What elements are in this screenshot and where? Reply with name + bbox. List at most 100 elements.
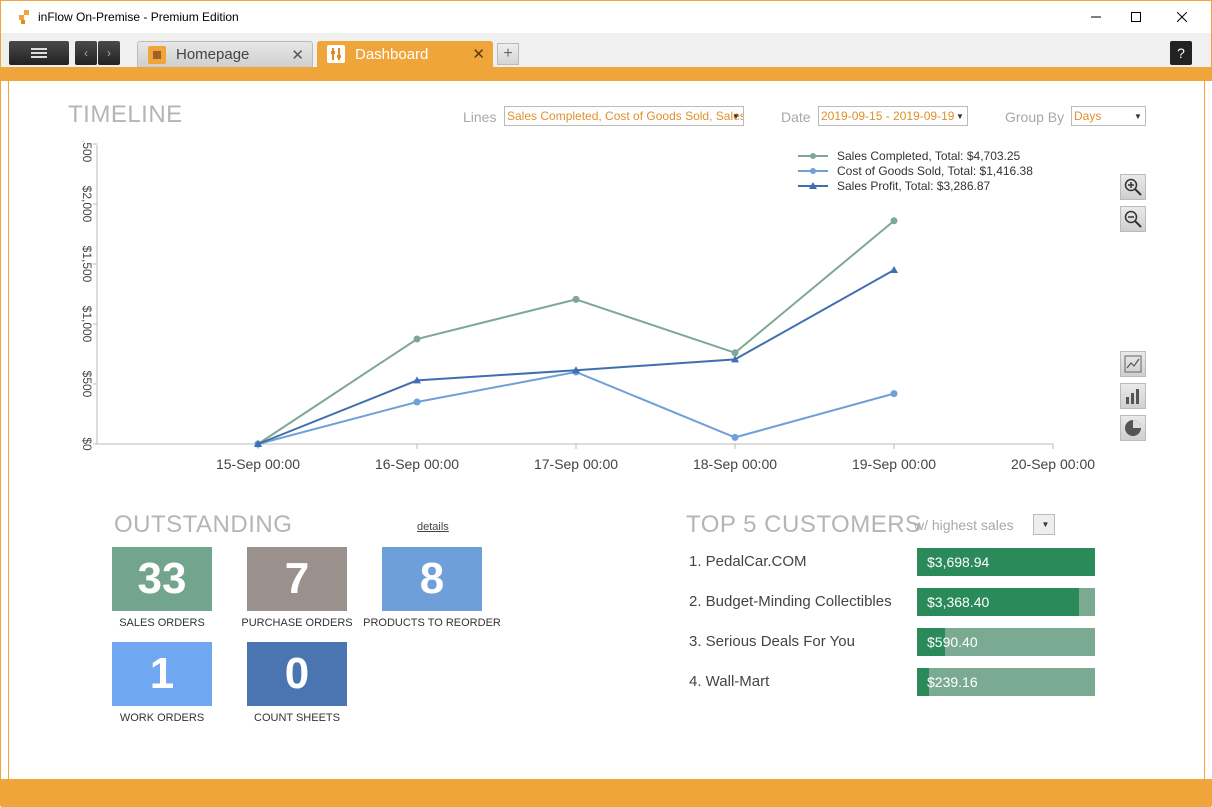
title-bar: inFlow On-Premise - Premium Edition <box>1 1 1211 33</box>
customer-name[interactable]: 1. PedalCar.COM <box>689 553 807 570</box>
dashboard-sliders-icon <box>327 45 345 63</box>
maximize-button[interactable] <box>1113 1 1159 33</box>
date-label: Date <box>781 109 811 125</box>
customer-sales-value: $239.16 <box>927 674 978 690</box>
x-tick-label: 16-Sep 00:00 <box>375 456 459 472</box>
legend-marker <box>810 168 816 174</box>
customer-name[interactable]: 2. Budget-Minding Collectibles <box>689 593 892 610</box>
y-tick-label: $1,000 <box>80 306 94 343</box>
purchase-orders-tile[interactable]: 7 <box>247 547 347 611</box>
pie-chart-icon <box>1125 420 1141 436</box>
lines-dropdown-value: Sales Completed, Cost of Goods Sold, Sal… <box>507 109 744 123</box>
work-orders-tile[interactable]: 1 <box>112 642 212 706</box>
purchase-orders-label: PURCHASE ORDERS <box>241 617 353 629</box>
y-tick-label: $2,500 <box>80 141 94 163</box>
data-point <box>890 390 898 398</box>
data-point <box>890 217 898 225</box>
customer-sales-value: $3,698.94 <box>927 554 990 570</box>
line-chart-button[interactable] <box>1120 351 1146 377</box>
zoom-out-icon <box>1124 210 1142 228</box>
inflow-logo-icon <box>19 10 29 24</box>
maximize-icon <box>1131 12 1141 22</box>
outstanding-title: OUTSTANDING <box>114 511 293 538</box>
legend-label: Cost of Goods Sold, Total: $1,416.38 <box>837 164 1033 178</box>
top-accent-band <box>1 67 1211 81</box>
forward-button[interactable]: › <box>98 41 120 65</box>
lines-dropdown[interactable]: Sales Completed, Cost of Goods Sold, Sal… <box>504 106 744 126</box>
date-dropdown[interactable]: 2019-09-15 - 2019-09-19 ▼ <box>818 106 968 126</box>
timeline-chart: $0 $500 $1,000 $1,500 $2,000 $2,500 15-Sep 00:… <box>80 141 1095 472</box>
y-tick-label: $2,000 <box>80 186 94 223</box>
data-point <box>731 433 739 441</box>
close-button[interactable] <box>1159 1 1205 33</box>
main-menu-button[interactable] <box>9 41 69 65</box>
help-button[interactable]: ? <box>1170 41 1192 65</box>
groupby-dropdown[interactable]: Days ▼ <box>1071 106 1146 126</box>
sales-orders-tile[interactable]: 33 <box>112 547 212 611</box>
right-border <box>1204 81 1212 779</box>
data-point <box>413 335 421 343</box>
tab-homepage[interactable]: Homepage ✕ <box>137 41 313 67</box>
add-tab-button[interactable]: + <box>497 43 519 65</box>
dropdown-arrow-icon: ▼ <box>732 111 740 121</box>
data-point <box>413 398 421 406</box>
zoom-out-button[interactable] <box>1120 206 1146 232</box>
bottom-accent-band <box>1 779 1211 807</box>
sales-orders-label: SALES ORDERS <box>119 617 205 629</box>
lines-label: Lines <box>463 109 497 125</box>
x-tick-label: 20-Sep 00:00 <box>1011 456 1095 472</box>
minimize-icon <box>1091 16 1101 18</box>
zoom-in-icon <box>1124 178 1142 196</box>
close-tab-icon[interactable]: ✕ <box>291 46 304 64</box>
series-line <box>257 220 895 445</box>
dropdown-arrow-icon: ▼ <box>1134 111 1142 121</box>
close-tab-icon[interactable]: ✕ <box>472 45 485 63</box>
tab-dashboard[interactable]: Dashboard ✕ <box>317 41 493 67</box>
products-to-reorder-tile[interactable]: 8 <box>382 547 482 611</box>
top-customers-title: TOP 5 CUSTOMERS <box>686 511 922 538</box>
series-line <box>257 370 895 445</box>
back-button[interactable]: ‹ <box>75 41 97 65</box>
pie-chart-button[interactable] <box>1120 415 1146 441</box>
x-tick-label: 18-Sep 00:00 <box>693 456 777 472</box>
bar-chart-button[interactable] <box>1120 383 1146 409</box>
work-orders-label: WORK ORDERS <box>119 712 205 724</box>
bar-chart-icon <box>1126 389 1139 404</box>
chevron-left-icon: ‹ <box>84 46 88 60</box>
customer-sales-value: $590.40 <box>927 634 978 650</box>
count-sheets-label: COUNT SHEETS <box>254 712 340 724</box>
customer-name[interactable]: 4. Wall-Mart <box>689 673 769 690</box>
customer-sales-bar: $239.16 <box>917 668 1095 696</box>
app-window: inFlow On-Premise - Premium Edition ‹ › … <box>0 0 1212 807</box>
dropdown-arrow-icon: ▼ <box>956 111 964 121</box>
y-tick-label: $0 <box>80 437 94 451</box>
data-point <box>890 266 898 273</box>
products-to-reorder-label: PRODUCTS TO REORDER <box>363 617 501 629</box>
line-chart-icon <box>1124 355 1142 373</box>
date-dropdown-value: 2019-09-15 - 2019-09-19 <box>821 109 955 123</box>
x-tick-label: 15-Sep 00:00 <box>216 456 300 472</box>
home-icon <box>148 45 166 64</box>
window-title: inFlow On-Premise - Premium Edition <box>38 10 239 24</box>
tab-dashboard-label: Dashboard <box>355 45 429 63</box>
details-link[interactable]: details <box>417 521 449 533</box>
close-icon <box>1177 12 1187 22</box>
zoom-in-button[interactable] <box>1120 174 1146 200</box>
customer-sales-bar: $590.40 <box>917 628 1095 656</box>
customer-name[interactable]: 3. Serious Deals For You <box>689 633 855 650</box>
x-tick-label: 17-Sep 00:00 <box>534 456 618 472</box>
top-customers-filter-label: w/ highest sales <box>914 517 1014 533</box>
tab-bar: ‹ › Homepage ✕ Dashboard ✕ + ? <box>1 33 1211 67</box>
chevron-right-icon: › <box>107 46 111 60</box>
top-customers-filter-dropdown[interactable]: ▼ <box>1033 514 1055 535</box>
left-border <box>1 81 9 779</box>
legend-label: Sales Completed, Total: $4,703.25 <box>837 149 1021 163</box>
count-sheets-tile[interactable]: 0 <box>247 642 347 706</box>
hamburger-icon <box>31 48 47 58</box>
customer-sales-value: $3,368.40 <box>927 594 990 610</box>
x-tick-label: 19-Sep 00:00 <box>852 456 936 472</box>
timeline-title: TIMELINE <box>68 101 183 128</box>
groupby-label: Group By <box>1005 109 1065 125</box>
legend-label: Sales Profit, Total: $3,286.87 <box>837 179 991 193</box>
customer-sales-bar: $3,698.94 <box>917 548 1095 576</box>
